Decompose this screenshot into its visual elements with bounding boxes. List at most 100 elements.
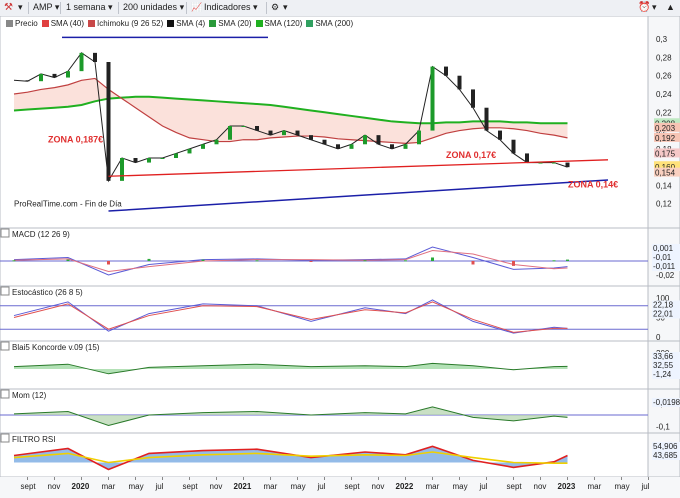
indicators-button[interactable]: Indicadores ▾ xyxy=(204,2,258,13)
x-tick-label: 2023 xyxy=(558,482,576,491)
price-candle xyxy=(282,130,286,136)
zone-annotation: ZONA 0,14€ xyxy=(568,179,618,189)
x-tick-label: 2021 xyxy=(234,482,252,491)
price-candle xyxy=(174,153,178,158)
price-candle xyxy=(147,158,151,163)
legend-label[interactable]: SMA (20) xyxy=(218,19,251,28)
settings-icon[interactable]: ⚙ xyxy=(271,2,279,13)
alert-icon[interactable]: ⏰ xyxy=(638,2,650,13)
price-candle xyxy=(93,52,97,62)
price-candle xyxy=(565,162,570,168)
price-candle xyxy=(120,158,124,181)
macd-histogram-bar xyxy=(66,259,70,261)
collapse-icon xyxy=(0,228,10,238)
price-badge-label: 0,203 xyxy=(655,124,676,133)
x-tick-label: mar xyxy=(426,482,440,491)
units-selector[interactable]: 200 unidades ▾ xyxy=(123,2,184,13)
x-tick-label: jul xyxy=(317,482,326,491)
watermark-label: ProRealTime.com - Fin de Día xyxy=(14,199,122,208)
separator xyxy=(28,2,29,14)
x-tick-label: may xyxy=(291,482,306,491)
y-tick-label: 0,22 xyxy=(656,108,672,117)
legend-label[interactable]: SMA (4) xyxy=(176,19,205,28)
panel-title: FILTRO RSI xyxy=(12,435,55,444)
legend-label[interactable]: Precio xyxy=(15,19,38,28)
panel-title: MACD (12 26 9) xyxy=(12,230,70,239)
chart-area[interactable]: 0,30,280,260,240,220,20,180,160,140,12ZO… xyxy=(0,16,680,498)
price-candle xyxy=(25,80,30,82)
macd-histogram-bar xyxy=(471,261,475,265)
legend-label[interactable]: Ichimoku (9 26 52) xyxy=(97,19,163,28)
alert-dropdown-icon[interactable]: ▾ xyxy=(652,2,657,13)
value-badge-label: -0,0198 xyxy=(653,398,680,407)
collapse-icon xyxy=(0,341,10,351)
tools-dropdown-icon[interactable]: ▾ xyxy=(18,2,23,13)
y-tick-label: 0,26 xyxy=(656,72,672,81)
x-tick-label: sept xyxy=(507,482,523,491)
y-tick-label: 0,28 xyxy=(656,53,672,62)
momentum-panel[interactable]: 0,1-0,1Mom (12)-0,0198 xyxy=(0,388,680,434)
price-candle xyxy=(376,135,381,145)
macd-histogram-bar xyxy=(404,260,407,262)
y-tick-label: 0,3 xyxy=(656,35,668,44)
y-tick-label: 0,12 xyxy=(656,200,672,209)
price-candle xyxy=(511,139,516,154)
value-badge-label: 0,001 xyxy=(653,244,674,253)
stochastic-panel[interactable]: 100500Estocástico (26 8 5)22,1822,01 xyxy=(0,285,680,342)
tools-icon[interactable]: ⚒ xyxy=(4,2,13,13)
price-candle xyxy=(295,130,300,136)
price-candle xyxy=(201,144,205,149)
x-tick-label: may xyxy=(615,482,630,491)
zone-annotation: ZONA 0,187€ xyxy=(48,134,103,144)
collapse-icon xyxy=(0,389,10,399)
koncorde-panel[interactable]: 2001000Blai5 Koncorde v.09 (15)33,6632,5… xyxy=(0,340,680,390)
value-badge-label: 54,906 xyxy=(653,442,678,451)
separator xyxy=(118,2,119,14)
indicators-label: Indicadores xyxy=(204,2,251,12)
price-panel[interactable]: 0,30,280,260,240,220,20,180,160,140,12ZO… xyxy=(0,16,680,229)
rsi-filter-panel[interactable]: FILTRO RSI 54,90643,685 xyxy=(0,432,680,478)
timeframe-selector[interactable]: 1 semana ▾ xyxy=(66,2,113,13)
price-candle xyxy=(457,75,462,90)
legend-swatch xyxy=(306,20,314,27)
macd-panel[interactable]: 0,020-0,02MACD (12 26 9)0,001-0,01-0,011 xyxy=(0,227,680,287)
price-candle xyxy=(79,52,84,72)
x-tick-label: mar xyxy=(588,482,602,491)
panel-frame xyxy=(0,285,649,342)
ticker-label: AMP xyxy=(33,2,53,12)
scroll-up-icon[interactable]: ▲ xyxy=(666,2,675,13)
indicators-icon[interactable]: 📈 xyxy=(191,2,202,13)
value-badge-label: -0,011 xyxy=(653,262,676,271)
price-candle xyxy=(471,89,475,108)
price-candle xyxy=(241,126,246,127)
separator xyxy=(60,2,61,14)
y-tick-label: 0,24 xyxy=(656,90,672,99)
toolbar: ⚒ ▾ AMP ▾ 1 semana ▾ 200 unidades ▾ 📈 In… xyxy=(0,0,680,17)
panel-title: Mom (12) xyxy=(12,391,47,400)
legend-swatch xyxy=(88,20,96,27)
legend-label[interactable]: SMA (200) xyxy=(315,19,353,28)
x-tick-label: nov xyxy=(48,482,61,491)
price-candle xyxy=(349,144,354,149)
value-badge-label: 22,01 xyxy=(653,310,674,319)
x-tick-label: sept xyxy=(183,482,199,491)
value-badge-label: -1,24 xyxy=(653,370,672,379)
legend-label[interactable]: SMA (40) xyxy=(51,19,84,28)
value-badge-label: 22,18 xyxy=(653,301,674,310)
units-label: 200 unidades xyxy=(123,2,178,12)
macd-histogram-bar xyxy=(566,259,569,261)
settings-dropdown-icon[interactable]: ▾ xyxy=(283,2,288,13)
separator xyxy=(186,2,187,14)
legend-label[interactable]: SMA (120) xyxy=(265,19,303,28)
ticker-selector[interactable]: AMP ▾ xyxy=(33,2,59,13)
price-candle xyxy=(228,126,232,140)
value-badge-label: -0,01 xyxy=(653,253,672,262)
legend-swatch xyxy=(6,20,13,27)
price-candle xyxy=(160,158,165,159)
panel-title: Blai5 Koncorde v.09 (15) xyxy=(12,343,100,352)
x-tick-label: 2022 xyxy=(396,482,414,491)
x-tick-label: jul xyxy=(641,482,650,491)
macd-histogram-bar xyxy=(363,260,367,262)
price-candle xyxy=(336,144,340,149)
y-tick-label: 0,14 xyxy=(656,181,672,190)
